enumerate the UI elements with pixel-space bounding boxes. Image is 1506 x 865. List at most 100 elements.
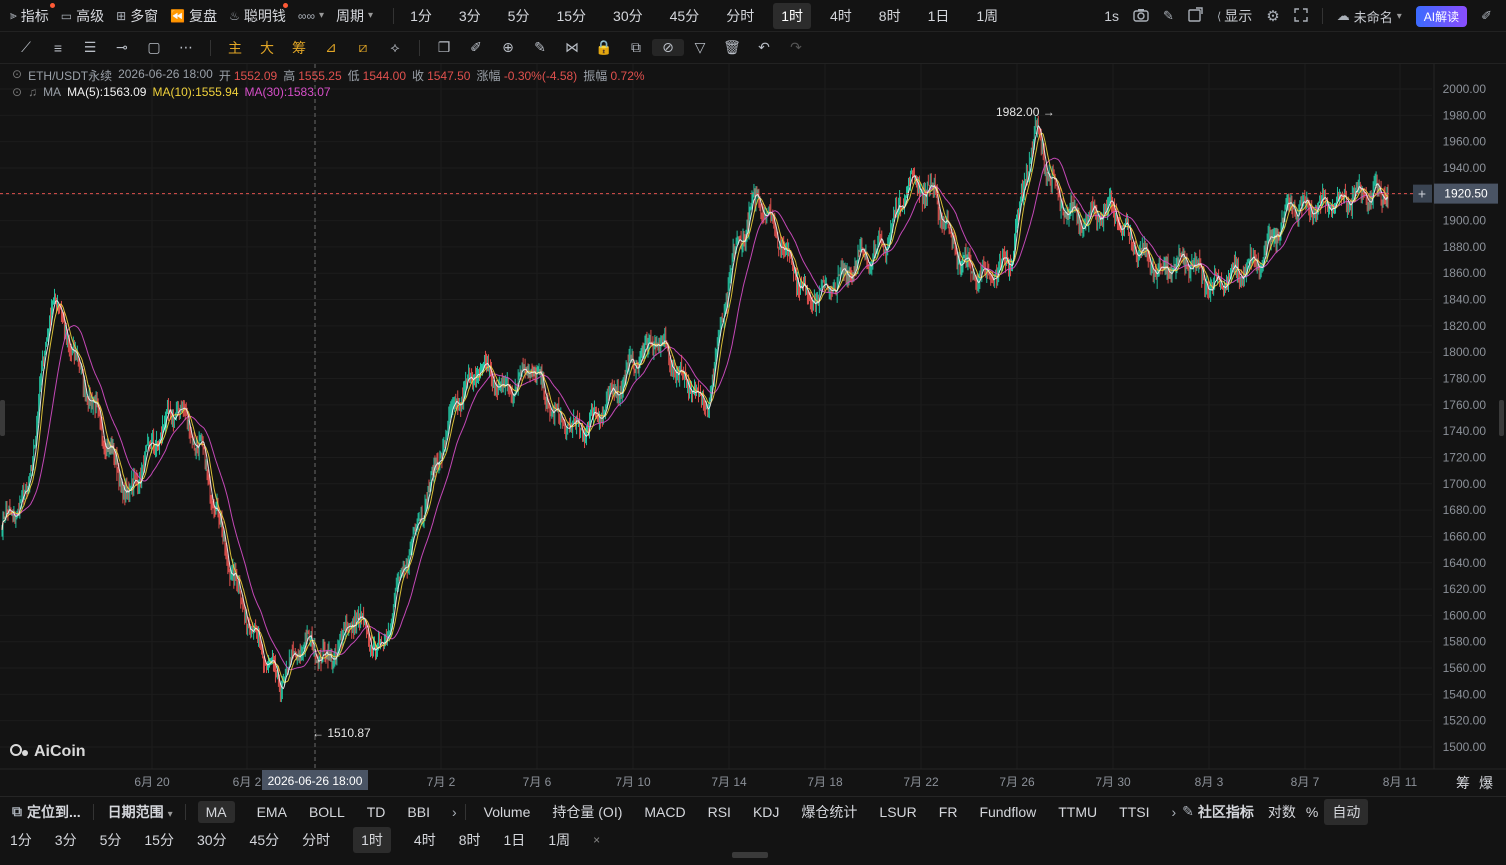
share-icon[interactable] — [1188, 7, 1203, 25]
toolbar-item-1[interactable]: ▭ 高级 — [61, 6, 104, 26]
bottom-period-7[interactable]: 1时 — [353, 827, 391, 853]
zoom-icon[interactable]: ⊕ — [492, 39, 524, 56]
chart-area[interactable]: 2000.001980.001960.001940.001920.001900.… — [0, 64, 1506, 796]
period-tab-3[interactable]: 15分 — [548, 3, 594, 29]
undo-icon[interactable]: ↶ — [748, 39, 780, 56]
toolbar-item-2[interactable]: ⊞ 多窗 — [116, 6, 158, 26]
settings-icon[interactable]: ⚙ — [1266, 7, 1279, 25]
period-tab-2[interactable]: 5分 — [500, 3, 538, 29]
measure-icon[interactable]: ⊿ — [315, 39, 347, 56]
ai-analysis-button[interactable]: AI解读 — [1415, 5, 1468, 27]
bottom-period-10[interactable]: 1日 — [504, 830, 526, 850]
overlay-td[interactable]: TD — [367, 804, 386, 820]
period-tab-1[interactable]: 3分 — [451, 3, 489, 29]
price-chart[interactable]: 2000.001980.001960.001940.001920.001900.… — [0, 64, 1506, 796]
alert-icon[interactable]: ⟡ — [379, 39, 411, 56]
bottom-period-11[interactable]: 1周 — [548, 830, 570, 850]
bottom-period-3[interactable]: 15分 — [144, 830, 174, 850]
display-menu[interactable]: ⟨ 显示 — [1217, 6, 1252, 26]
collapse-icon[interactable]: ⊙ — [12, 67, 22, 84]
axis-button-1[interactable]: 爆 — [1479, 776, 1493, 792]
parallel-channel-icon[interactable]: ≡ — [42, 40, 74, 56]
bell-icon[interactable]: ♫ — [28, 85, 37, 99]
camera-icon[interactable] — [1133, 8, 1149, 25]
pen-icon[interactable]: ✐ — [1481, 8, 1492, 24]
period-tab-4[interactable]: 30分 — [605, 3, 651, 29]
sub-indicator-4[interactable]: KDJ — [753, 804, 779, 820]
bottom-period-0[interactable]: 1分 — [10, 830, 32, 850]
compare-icon[interactable]: ⧄ — [347, 39, 379, 56]
sub-indicator-0[interactable]: Volume — [484, 804, 531, 820]
more-tools-icon[interactable]: ∞∞ ▾ — [298, 9, 324, 23]
log-scale-button[interactable]: 对数 — [1268, 802, 1296, 822]
period-tab-5[interactable]: 45分 — [662, 3, 708, 29]
community-indicators-button[interactable]: ✎ 社区指标 — [1182, 802, 1254, 822]
bottom-period-4[interactable]: 30分 — [197, 830, 227, 850]
redo-icon[interactable]: ↷ — [780, 39, 812, 56]
period-tab-7[interactable]: 1时 — [773, 2, 811, 29]
fullscreen-icon[interactable] — [1294, 7, 1308, 25]
overlay-bbi[interactable]: BBI — [407, 804, 430, 820]
bottom-period-2[interactable]: 5分 — [100, 830, 122, 850]
sub-indicator-6[interactable]: LSUR — [879, 804, 916, 820]
auto-scale-button[interactable]: 自动 — [1324, 798, 1369, 825]
percent-scale-button[interactable]: % — [1306, 804, 1318, 820]
mode-button-2[interactable]: 筹 — [283, 38, 315, 58]
bottom-period-9[interactable]: 8时 — [459, 830, 481, 850]
layout-menu[interactable]: ☁ 未命名 ▾ — [1337, 7, 1402, 26]
filter-icon[interactable]: ▽ — [684, 39, 716, 56]
period-tab-8[interactable]: 4时 — [822, 3, 860, 29]
sub-more-icon[interactable]: › — [1171, 804, 1176, 820]
overlay-ema[interactable]: EMA — [257, 804, 287, 820]
tick-button[interactable]: 1s — [1104, 8, 1119, 24]
toolbar-item-0[interactable]: ⫸ 指标 — [10, 2, 55, 26]
toolbar-item-4[interactable]: ♨ 聪明钱 — [229, 2, 289, 26]
sub-indicator-2[interactable]: MACD — [644, 804, 685, 820]
trash-icon[interactable]: 🗑 — [716, 39, 748, 56]
bottom-period-6[interactable]: 分时 — [302, 830, 330, 850]
mode-button-1[interactable]: 大 — [251, 38, 283, 58]
close-icon[interactable]: × — [593, 833, 600, 847]
brush-icon[interactable]: ✎ — [524, 39, 556, 56]
toolbar-item-3[interactable]: ⏪ 复盘 — [170, 6, 217, 26]
sub-indicator-7[interactable]: FR — [939, 804, 958, 820]
right-panel-handle[interactable] — [1499, 400, 1504, 436]
rectangle-icon[interactable]: ▢ — [138, 39, 170, 56]
save-icon[interactable]: ⧉ — [620, 39, 652, 56]
sub-indicator-1[interactable]: 持仓量 (OI) — [552, 802, 622, 822]
overlay-boll[interactable]: BOLL — [309, 804, 345, 820]
period-menu[interactable]: 周期 ▾ — [336, 6, 373, 26]
bottom-period-5[interactable]: 45分 — [250, 830, 280, 850]
overlay-ma[interactable]: MA — [197, 800, 235, 823]
sub-indicator-8[interactable]: Fundflow — [979, 804, 1036, 820]
panel-resize-handle[interactable] — [732, 852, 768, 858]
left-panel-handle[interactable] — [0, 400, 5, 436]
bottom-period-1[interactable]: 3分 — [55, 830, 77, 850]
line-tool-icon[interactable]: ⟋ — [10, 39, 42, 56]
period-tab-11[interactable]: 1周 — [968, 3, 1006, 29]
sub-indicator-5[interactable]: 爆仓统计 — [801, 802, 857, 822]
ray-icon[interactable]: ⊸ — [106, 39, 138, 56]
magnet-icon[interactable]: ⋈ — [556, 39, 588, 56]
period-tab-9[interactable]: 8时 — [871, 3, 909, 29]
horizontal-lines-icon[interactable]: ☰ — [74, 39, 106, 56]
mode-button-0[interactable]: 主 — [219, 38, 251, 58]
ruler-icon[interactable]: ✐ — [460, 39, 492, 56]
axis-button-0[interactable]: 筹 — [1456, 775, 1470, 792]
collapse-icon[interactable]: ⊙ — [12, 85, 22, 99]
date-range-button[interactable]: 日期范围 ▾ — [108, 802, 173, 822]
copy-icon[interactable]: ❐ — [428, 39, 460, 56]
period-tab-6[interactable]: 分时 — [718, 3, 762, 29]
locate-button[interactable]: ⧉ 定位到... — [12, 802, 81, 822]
bottom-period-8[interactable]: 4时 — [414, 830, 436, 850]
edit-icon[interactable]: ✎ — [1163, 8, 1174, 24]
period-tab-10[interactable]: 1日 — [920, 3, 958, 29]
sub-indicator-10[interactable]: TTSI — [1119, 804, 1149, 820]
sub-indicator-3[interactable]: RSI — [708, 804, 731, 820]
link-icon[interactable]: ⊘ — [652, 39, 684, 56]
sub-indicator-9[interactable]: TTMU — [1058, 804, 1097, 820]
more-tools-icon[interactable]: ⋯ — [170, 39, 202, 56]
lock-icon[interactable]: 🔒 — [588, 39, 620, 56]
period-tab-0[interactable]: 1分 — [402, 3, 440, 29]
overlay-more-icon[interactable]: › — [452, 804, 457, 820]
